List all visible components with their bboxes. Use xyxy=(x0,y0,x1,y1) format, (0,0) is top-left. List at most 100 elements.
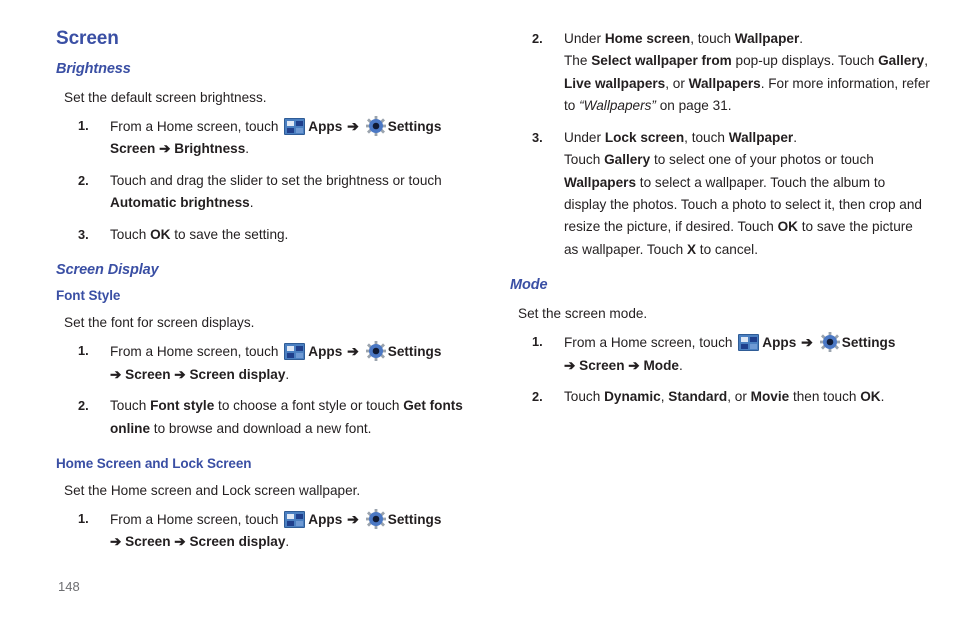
step-text: , or xyxy=(727,389,751,405)
step-item: 3. Under Lock screen, touch Wallpaper. T… xyxy=(510,127,930,262)
apps-label: Apps xyxy=(762,335,797,351)
step-period: . xyxy=(285,366,290,382)
step-item: 1. From a Home screen, touch Apps ➔ Sett… xyxy=(56,115,476,161)
step-emphasis: Live wallpapers xyxy=(564,75,666,91)
page-number: 148 xyxy=(58,579,80,594)
step-emphasis: Wallpaper xyxy=(734,31,800,46)
step-text: to browse and download a new font. xyxy=(150,420,372,436)
lead-brightness: Set the default screen brightness. xyxy=(64,90,267,105)
step-text: pop-up displays. Touch xyxy=(731,53,879,69)
step-emphasis: Movie xyxy=(750,389,790,405)
step-text: Touch xyxy=(110,226,151,242)
steps-mode: 1. From a Home screen, touch Apps ➔ Sett… xyxy=(510,331,930,408)
step-emphasis: OK xyxy=(150,226,171,242)
step-text: , xyxy=(924,53,928,69)
step-text: The xyxy=(564,53,592,69)
step-text-pre: From a Home screen, touch xyxy=(110,344,283,360)
step-number: 3. xyxy=(532,129,543,145)
manual-page: Screen Brightness Set the default screen… xyxy=(0,0,954,636)
step-emphasis: Dynamic xyxy=(604,389,661,405)
step-text: to save the setting. xyxy=(170,226,289,242)
lead-home-lock-screen: Set the Home screen and Lock screen wall… xyxy=(64,482,361,498)
step-number: 1. xyxy=(78,510,89,526)
section-heading-screen-display: Screen Display xyxy=(56,262,159,279)
step-period: . xyxy=(285,534,290,550)
step-item: 2. Under Home screen, touch Wallpaper. T… xyxy=(510,28,930,118)
step-number: 2. xyxy=(78,398,89,414)
step-number: 2. xyxy=(78,172,89,188)
step-emphasis: Lock screen xyxy=(604,129,685,145)
step-text: . xyxy=(880,389,885,405)
step-text: on page 31. xyxy=(655,98,732,114)
step-item: 2. Touch Dynamic, Standard, or Movie the… xyxy=(510,386,930,408)
step-item: 2. Touch Font style to choose a font sty… xyxy=(56,395,476,440)
section-heading-brightness: Brightness xyxy=(56,61,131,77)
step-text: . xyxy=(249,195,254,211)
settings-gear-icon xyxy=(365,116,386,137)
step-text: to choose a font style or touch xyxy=(214,398,404,414)
step-item: 1. From a Home screen, touch Apps ➔ Sett… xyxy=(56,508,476,554)
step-path: Screen ➔ Brightness xyxy=(110,141,246,157)
lead-mode: Set the screen mode. xyxy=(518,306,648,322)
step-number: 2. xyxy=(532,31,543,46)
step-emphasis: Gallery xyxy=(604,152,651,168)
apps-grid-icon xyxy=(738,334,760,352)
step-path: ➔ Screen ➔ Mode xyxy=(564,357,679,373)
step-text: to cancel. xyxy=(696,241,758,257)
step-continuation: ➔ Screen ➔ Screen display. xyxy=(110,531,476,553)
apps-grid-icon xyxy=(284,343,306,361)
steps-home-lock-screen: 1. From a Home screen, touch Apps ➔ Sett… xyxy=(56,508,476,554)
step-number: 1. xyxy=(78,343,89,359)
step-text-pre: From a Home screen, touch xyxy=(110,119,283,135)
step-path: ➔ Screen ➔ Screen display xyxy=(110,366,286,382)
settings-label: Settings xyxy=(387,511,442,527)
settings-gear-icon xyxy=(819,332,840,353)
steps-font-style: 1. From a Home screen, touch Apps ➔ Sett… xyxy=(56,340,476,440)
step-emphasis: Standard xyxy=(668,389,728,405)
step-item: 1. From a Home screen, touch Apps ➔ Sett… xyxy=(56,340,476,386)
step-text: Touch xyxy=(564,152,605,168)
step-emphasis: Wallpapers xyxy=(688,75,761,91)
step-emphasis: X xyxy=(686,241,697,257)
step-text: , touch xyxy=(690,31,735,46)
step-number: 2. xyxy=(532,389,543,405)
step-text: . xyxy=(799,31,804,46)
step-emphasis: Home screen xyxy=(604,31,691,46)
step-text: , touch xyxy=(684,129,729,145)
section-heading-mode: Mode xyxy=(510,277,548,294)
apps-label: Apps xyxy=(308,119,343,135)
settings-gear-icon xyxy=(365,508,386,529)
step-text: to select one of your photos or touch xyxy=(650,152,874,168)
subheading-font-style: Font Style xyxy=(56,288,121,304)
arrow-icon: ➔ xyxy=(343,343,363,360)
page-title: Screen xyxy=(56,28,119,49)
step-emphasis: Wallpapers xyxy=(564,174,637,190)
step-emphasis: Font style xyxy=(150,398,215,414)
step-emphasis: Gallery xyxy=(878,53,925,69)
step-text: . xyxy=(793,129,797,145)
step-emphasis: Select wallpaper from xyxy=(591,53,732,69)
left-column: Screen Brightness Set the default screen… xyxy=(56,28,476,563)
settings-label: Settings xyxy=(387,119,442,135)
step-number: 1. xyxy=(532,334,543,350)
step-text: then touch xyxy=(789,389,861,405)
apps-label: Apps xyxy=(308,511,343,527)
step-emphasis: OK xyxy=(860,389,881,405)
settings-label: Settings xyxy=(387,344,442,360)
step-period: . xyxy=(678,357,683,373)
steps-continued: 2. Under Home screen, touch Wallpaper. T… xyxy=(510,28,930,261)
step-text: , or xyxy=(665,75,689,91)
step-period: . xyxy=(245,141,250,157)
apps-grid-icon xyxy=(284,510,306,528)
step-item: 1. From a Home screen, touch Apps ➔ Sett… xyxy=(510,331,930,377)
arrow-icon: ➔ xyxy=(797,334,817,351)
step-text-pre: From a Home screen, touch xyxy=(110,511,283,527)
step-body: Touch Gallery to select one of your phot… xyxy=(564,149,930,261)
step-number: 1. xyxy=(78,118,89,134)
right-column: 2. Under Home screen, touch Wallpaper. T… xyxy=(510,28,930,418)
step-item: 3. Touch OK to save the setting. xyxy=(56,224,476,246)
step-emphasis: Automatic brightness xyxy=(110,195,250,211)
step-path: ➔ Screen ➔ Screen display xyxy=(110,534,286,550)
step-text: Touch and drag the slider to set the bri… xyxy=(110,172,442,188)
step-continuation: Screen ➔ Brightness. xyxy=(110,138,476,160)
